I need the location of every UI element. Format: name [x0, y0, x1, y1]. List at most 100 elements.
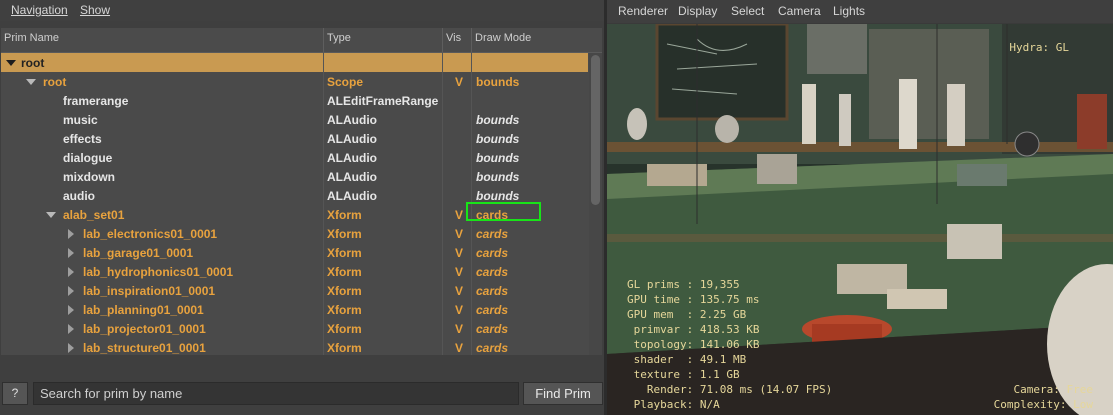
menu-navigation[interactable]: Navigation — [11, 3, 68, 17]
tree-row[interactable]: root Scope Vbounds — [1, 72, 588, 91]
prim-name: alab_set01 — [63, 208, 125, 222]
prim-draw-mode: bounds — [476, 170, 520, 184]
tree-row[interactable]: mixdown ALAudio bounds — [1, 167, 588, 186]
column-divider — [323, 319, 324, 338]
collapsed-arrow-icon[interactable] — [68, 248, 74, 258]
collapsed-arrow-icon[interactable] — [68, 286, 74, 296]
tree-row[interactable]: root — [1, 53, 588, 72]
menu-lights[interactable]: Lights — [833, 4, 865, 18]
prim-type: Xform — [327, 341, 362, 355]
column-divider — [323, 281, 324, 300]
prim-draw-mode: bounds — [476, 151, 520, 165]
prim-draw-mode: bounds — [476, 189, 520, 203]
column-divider — [323, 186, 324, 205]
prim-visibility: V — [455, 265, 464, 279]
prim-draw-mode: cards — [476, 246, 509, 260]
prim-visibility: V — [455, 75, 464, 89]
header-type[interactable]: Type — [327, 32, 351, 44]
tree-row[interactable]: lab_projector01_0001 Xform Vcards — [1, 319, 588, 338]
tree-row[interactable]: dialogue ALAudio bounds — [1, 148, 588, 167]
tree-scrollbar-thumb[interactable] — [591, 55, 600, 205]
prim-type: ALAudio — [327, 189, 377, 203]
collapsed-arrow-icon[interactable] — [68, 229, 74, 239]
find-prim-button[interactable]: Find Prim — [523, 382, 603, 405]
help-button[interactable]: ? — [2, 382, 28, 405]
prim-visibility: V — [455, 284, 464, 298]
prim-draw-mode: cards — [476, 284, 509, 298]
draw-mode-highlight — [466, 202, 541, 221]
collapsed-arrow-icon[interactable] — [68, 343, 74, 353]
prim-name: lab_structure01_0001 — [83, 341, 206, 355]
tree-row[interactable]: lab_planning01_0001 Xform Vcards — [1, 300, 588, 319]
prim-name: mixdown — [63, 170, 116, 184]
menu-select[interactable]: Select — [731, 4, 764, 18]
column-divider — [471, 224, 472, 243]
column-divider — [471, 243, 472, 262]
tree-row[interactable]: framerange ALEditFrameRange — [1, 91, 588, 110]
hud-renderer-label: Hydra: GL — [1009, 41, 1069, 54]
prim-type: ALAudio — [327, 113, 377, 127]
header-draw-mode[interactable]: Draw Mode — [475, 32, 531, 44]
column-divider — [471, 53, 472, 72]
tree-row[interactable]: lab_hydrophonics01_0001 Xform Vcards — [1, 262, 588, 281]
prim-type: ALEditFrameRange — [327, 94, 439, 108]
prim-visibility: V — [455, 246, 464, 260]
column-divider — [442, 91, 443, 110]
tree-row[interactable]: lab_structure01_0001 Xform Vcards — [1, 338, 588, 355]
prim-type: Xform — [327, 265, 362, 279]
prim-name: framerange — [63, 94, 129, 108]
column-divider — [323, 53, 324, 72]
column-divider — [323, 262, 324, 281]
column-divider — [471, 319, 472, 338]
column-divider — [471, 148, 472, 167]
menu-camera[interactable]: Camera — [778, 4, 821, 18]
prim-search-input[interactable] — [33, 382, 519, 405]
menu-renderer[interactable]: Renderer — [618, 4, 668, 18]
expand-down-icon[interactable] — [26, 79, 36, 85]
prim-tree[interactable]: Prim Name Type Vis Draw Mode root root Sco… — [1, 28, 602, 355]
collapsed-arrow-icon[interactable] — [68, 267, 74, 277]
tree-vertical-scrollbar[interactable] — [589, 53, 602, 355]
tree-row[interactable]: lab_electronics01_0001 Xform Vcards — [1, 224, 588, 243]
menu-display[interactable]: Display — [678, 4, 717, 18]
collapsed-arrow-icon[interactable] — [68, 324, 74, 334]
header-vis[interactable]: Vis — [446, 32, 461, 44]
column-divider — [471, 281, 472, 300]
prim-draw-mode: bounds — [476, 113, 520, 127]
tree-row[interactable]: lab_inspiration01_0001 Xform Vcards — [1, 281, 588, 300]
column-divider — [442, 53, 443, 72]
expand-down-icon[interactable] — [6, 60, 16, 66]
column-divider — [323, 110, 324, 129]
column-divider — [323, 167, 324, 186]
column-divider — [323, 338, 324, 355]
3d-viewport[interactable]: Hydra: GL GL prims : 19,355 GPU time : 1… — [607, 24, 1113, 415]
prim-visibility: V — [455, 227, 464, 241]
expand-down-icon[interactable] — [46, 212, 56, 218]
viewer-menubar: Renderer Display Select Camera Lights — [607, 0, 1113, 23]
header-divider[interactable] — [471, 28, 472, 52]
prim-type: Scope — [327, 75, 364, 89]
prim-name: music — [63, 113, 98, 127]
search-bar: ? Find Prim — [0, 378, 604, 410]
menu-show[interactable]: Show — [80, 3, 110, 17]
prim-draw-mode: cards — [476, 227, 509, 241]
column-divider — [442, 129, 443, 148]
tree-row[interactable]: effects ALAudio bounds — [1, 129, 588, 148]
column-divider — [323, 72, 324, 91]
column-divider — [323, 148, 324, 167]
column-divider — [323, 243, 324, 262]
tree-row[interactable]: lab_garage01_0001 Xform Vcards — [1, 243, 588, 262]
column-divider — [442, 224, 443, 243]
column-divider — [442, 167, 443, 186]
header-divider[interactable] — [442, 28, 443, 52]
prim-type: Xform — [327, 284, 362, 298]
prim-type: Xform — [327, 227, 362, 241]
prim-draw-mode: bounds — [476, 75, 520, 89]
column-divider — [442, 281, 443, 300]
tree-row[interactable]: music ALAudio bounds — [1, 110, 588, 129]
viewer-panel: Renderer Display Select Camera Lights Hy… — [607, 0, 1113, 415]
header-prim-name[interactable]: Prim Name — [4, 32, 59, 44]
header-divider[interactable] — [323, 28, 324, 52]
collapsed-arrow-icon[interactable] — [68, 305, 74, 315]
prim-name: lab_inspiration01_0001 — [83, 284, 216, 298]
